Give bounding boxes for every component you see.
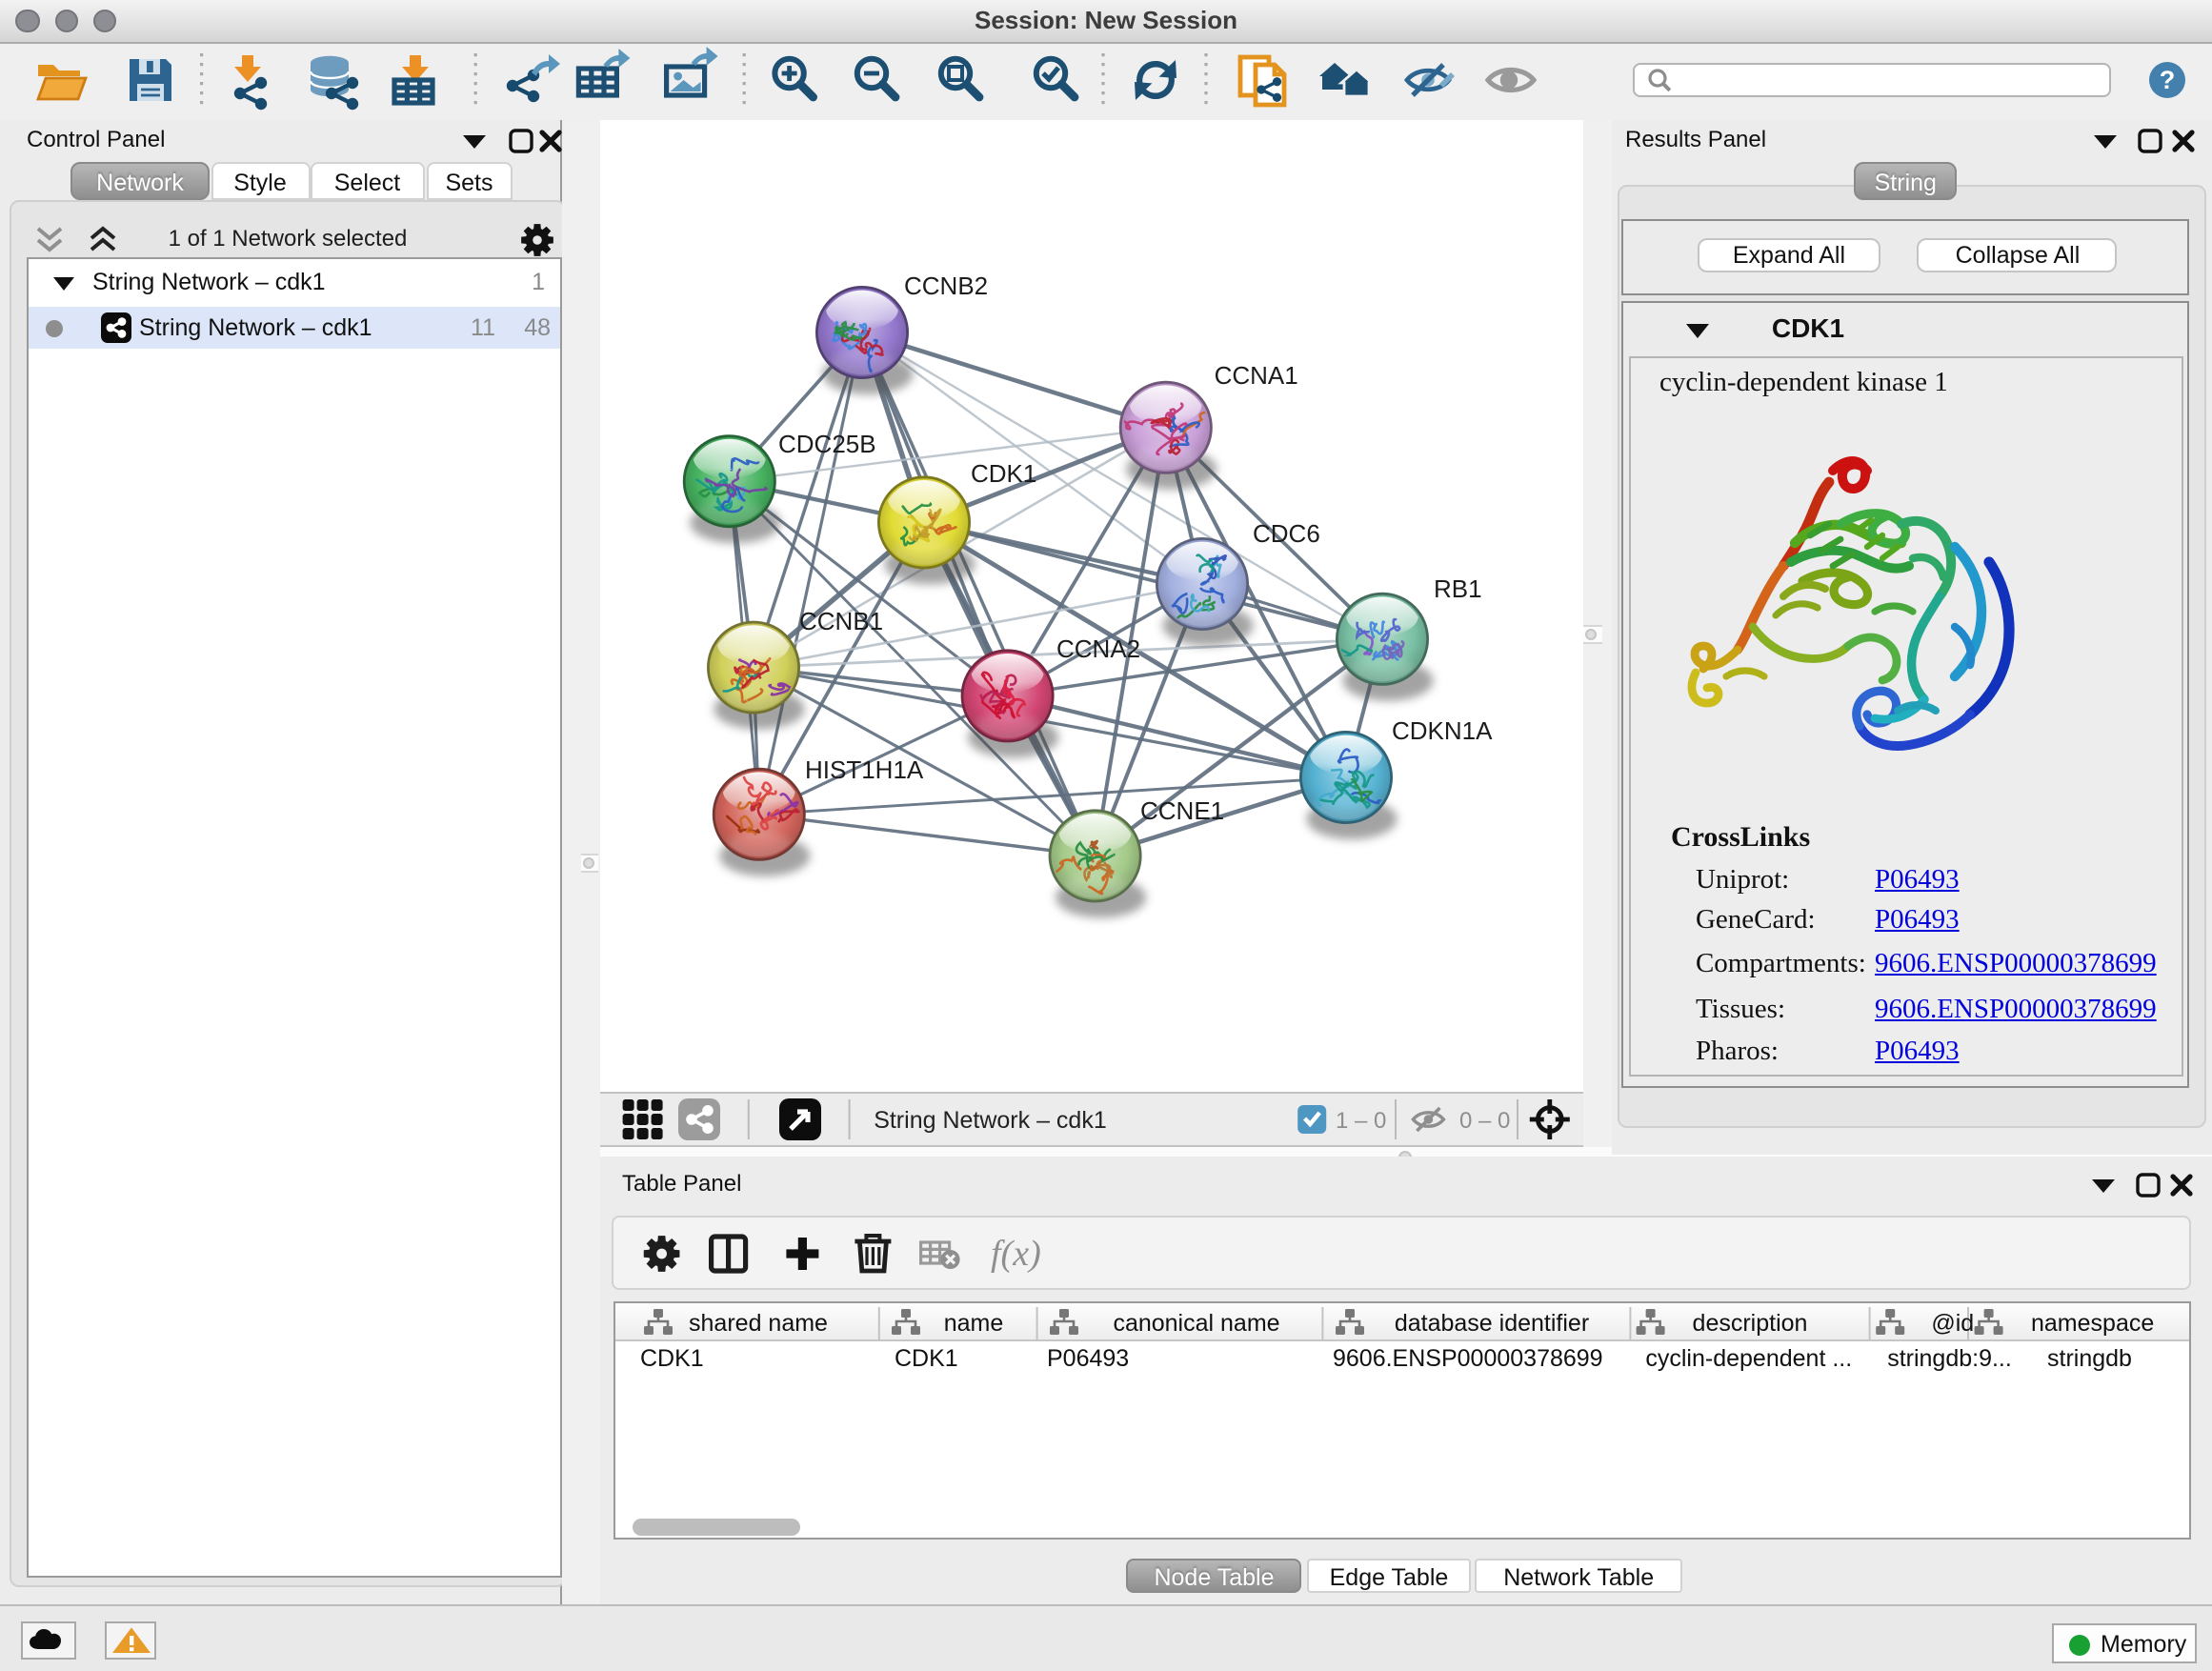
svg-text:CDK1: CDK1 (971, 459, 1036, 488)
svg-text:String Network – cdk1: String Network – cdk1 (874, 1107, 1107, 1134)
svg-text:CCNB2: CCNB2 (904, 272, 988, 300)
svg-text:shared name: shared name (689, 1309, 828, 1336)
svg-text:CCNA2: CCNA2 (1056, 634, 1140, 663)
svg-text:CCNB1: CCNB1 (799, 607, 883, 635)
svg-text:RB1: RB1 (1434, 574, 1482, 603)
svg-text:canonical name: canonical name (1113, 1309, 1279, 1336)
svg-text:CDKN1A: CDKN1A (1392, 716, 1493, 745)
svg-text:0 – 0: 0 – 0 (1459, 1108, 1510, 1134)
svg-text:1 – 0: 1 – 0 (1336, 1108, 1386, 1134)
svg-text:CDC25B: CDC25B (778, 430, 876, 458)
svg-text:@id: @id (1931, 1309, 1974, 1336)
svg-text:namespace: namespace (2031, 1309, 2154, 1336)
svg-text:HIST1H1A: HIST1H1A (805, 755, 924, 784)
svg-text:description: description (1693, 1309, 1808, 1336)
svg-text:?: ? (2160, 66, 2176, 94)
svg-text:CDC6: CDC6 (1253, 519, 1320, 548)
svg-text:f(x): f(x) (992, 1233, 1042, 1273)
svg-text:name: name (944, 1309, 1004, 1336)
svg-text:database identifier: database identifier (1395, 1309, 1589, 1336)
svg-text:CCNE1: CCNE1 (1140, 796, 1224, 825)
svg-text:CCNA1: CCNA1 (1215, 361, 1298, 390)
